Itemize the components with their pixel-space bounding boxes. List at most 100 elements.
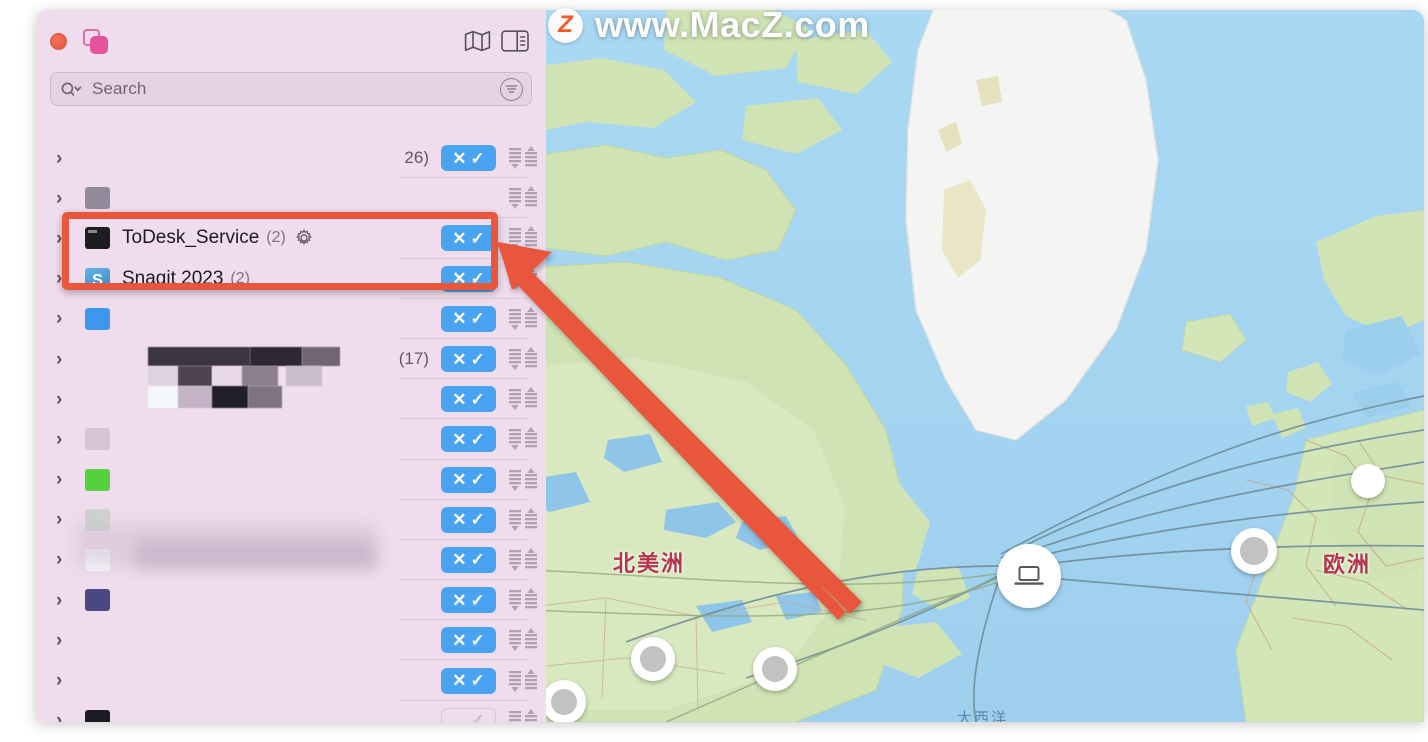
sort-order-icon[interactable]	[508, 306, 538, 331]
accept-reject-button-group[interactable]: ✕✓	[441, 546, 496, 573]
chevron-right-icon[interactable]: ›	[56, 550, 72, 569]
accept-reject-button-group[interactable]: ✕✓	[441, 627, 496, 654]
sort-order-icon[interactable]	[508, 266, 538, 291]
map-marker-node[interactable]	[1231, 528, 1277, 574]
accept-check-icon[interactable]: ✓	[471, 351, 485, 368]
accept-reject-button-group[interactable]: ✕✓	[441, 707, 496, 722]
sort-order-icon[interactable]	[508, 588, 538, 612]
accept-check-icon[interactable]: ✓	[471, 230, 485, 247]
reject-x-icon[interactable]: ✕	[452, 310, 466, 327]
map-marker-laptop[interactable]	[997, 544, 1061, 608]
list-item[interactable]: ›✕✓	[36, 701, 546, 722]
accept-check-icon[interactable]: ✓	[471, 431, 485, 448]
reject-x-icon[interactable]: ✕	[452, 150, 466, 167]
accept-reject-button-group[interactable]: ✕✓	[441, 466, 496, 493]
chevron-right-icon[interactable]: ›	[56, 591, 72, 610]
chevron-right-icon[interactable]: ›	[56, 671, 72, 690]
reject-x-icon[interactable]: ✕	[452, 511, 466, 528]
reject-x-icon[interactable]: ✕	[452, 270, 466, 287]
accept-check-icon[interactable]: ✓	[471, 592, 485, 609]
chevron-right-icon[interactable]: ›	[56, 309, 72, 328]
list-item[interactable]: ›✕✓	[36, 299, 546, 340]
map-marker-node[interactable]	[753, 647, 797, 691]
accept-check-icon[interactable]: ✓	[471, 310, 485, 327]
sort-order-icon[interactable]	[508, 226, 538, 250]
accept-reject-button-group[interactable]: ✕✓	[441, 587, 496, 614]
chevron-right-icon[interactable]: ›	[56, 149, 72, 168]
sort-order-icon[interactable]	[508, 186, 538, 210]
sort-order-icon[interactable]	[508, 668, 538, 693]
chevron-right-icon[interactable]: ›	[56, 430, 72, 449]
list-item[interactable]: ›✕✓	[36, 580, 546, 621]
accept-check-icon[interactable]: ✓	[471, 551, 485, 568]
accept-reject-button-group[interactable]: ✕✓	[441, 346, 496, 373]
list-item[interactable]: › S Snagit 2023 (2) ✕ ✓	[36, 259, 546, 299]
chevron-right-icon[interactable]: ›	[56, 470, 72, 489]
list-item[interactable]: › 26) ✕ ✓	[36, 138, 546, 179]
reject-x-icon[interactable]: ✕	[452, 431, 466, 448]
close-window-button[interactable]	[50, 32, 67, 50]
accept-reject-button-group[interactable]: ✕✓	[441, 506, 496, 533]
chevron-right-icon[interactable]: ›	[56, 229, 72, 248]
accept-reject-button-group[interactable]: ✕✓	[441, 305, 496, 332]
sort-order-icon[interactable]	[508, 347, 538, 371]
accept-reject-button-group[interactable]: ✕✓	[441, 265, 496, 292]
chevron-right-icon[interactable]: ›	[56, 269, 72, 288]
reject-x-icon[interactable]: ✕	[452, 230, 466, 247]
accept-reject-button-group[interactable]: ✕✓	[441, 426, 496, 453]
accept-check-icon[interactable]: ✓	[471, 511, 485, 528]
application-list[interactable]: › 26) ✕ ✓ › › ToDesk_Service (2) ✕ ✓ › S Snagit 2023…	[36, 138, 546, 722]
sort-order-icon[interactable]	[508, 427, 538, 451]
list-item[interactable]: ›✕✓	[36, 660, 546, 701]
reject-x-icon[interactable]: ✕	[452, 592, 466, 609]
list-item[interactable]: ›✕✓	[36, 500, 546, 541]
reject-x-icon[interactable]: ✕	[452, 351, 466, 368]
list-item[interactable]: ›	[36, 178, 546, 219]
sort-order-icon[interactable]	[508, 628, 538, 652]
list-item[interactable]: › ToDesk_Service (2) ✕ ✓	[36, 218, 546, 259]
reject-x-icon[interactable]: ✕	[452, 551, 466, 568]
search-input[interactable]: Search	[50, 72, 532, 106]
sort-order-icon[interactable]	[508, 507, 538, 532]
accept-reject-button-group[interactable]: ✕✓	[441, 667, 496, 694]
accept-check-icon[interactable]: ✓	[471, 150, 485, 167]
accept-reject-button-group[interactable]: ✕✓	[441, 386, 496, 413]
chevron-right-icon[interactable]: ›	[56, 390, 72, 409]
sort-order-icon[interactable]	[508, 547, 538, 572]
accept-reject-button-group[interactable]: ✕✓	[441, 225, 496, 252]
list-item[interactable]: ›✕✓	[36, 460, 546, 500]
map-marker-node[interactable]	[546, 680, 586, 722]
sort-order-icon[interactable]	[508, 387, 538, 411]
chevron-right-icon[interactable]: ›	[56, 631, 72, 650]
reject-x-icon[interactable]: ✕	[452, 391, 466, 408]
accept-check-icon[interactable]: ✓	[471, 471, 485, 488]
accept-check-icon[interactable]: ✓	[471, 632, 485, 649]
sort-order-icon[interactable]	[508, 467, 538, 492]
filter-icon[interactable]	[500, 77, 523, 101]
chevron-right-icon[interactable]: ›	[56, 350, 72, 369]
accept-check-icon[interactable]: ✓	[471, 391, 485, 408]
chevron-right-icon[interactable]: ›	[56, 711, 72, 722]
list-item[interactable]: ›✕✓	[36, 419, 546, 460]
map-marker-node-empty[interactable]	[1351, 464, 1385, 498]
sidebar-panel-icon[interactable]	[498, 24, 532, 58]
accept-check-icon[interactable]: ✓	[471, 672, 485, 689]
map-icon[interactable]	[460, 24, 494, 58]
chevron-right-icon[interactable]: ›	[56, 510, 72, 529]
list-item[interactable]: ›✕✓	[36, 620, 546, 661]
accept-check-icon[interactable]: ✓	[471, 270, 485, 287]
reject-x-icon[interactable]: ✕	[452, 711, 466, 722]
list-item[interactable]: ›✕✓	[36, 379, 546, 420]
chevron-right-icon[interactable]: ›	[56, 189, 72, 208]
list-item[interactable]: › (17) ✕ ✓	[36, 339, 546, 380]
reject-x-icon[interactable]: ✕	[452, 672, 466, 689]
reject-x-icon[interactable]: ✕	[452, 471, 466, 488]
sort-order-icon[interactable]	[508, 708, 538, 722]
map-view[interactable]: 北美洲 欧洲 大西洋	[546, 10, 1424, 722]
gear-icon[interactable]	[295, 229, 313, 247]
accept-reject-button-group[interactable]: ✕✓	[441, 145, 496, 172]
list-item[interactable]: ›✕✓	[36, 540, 546, 581]
reject-x-icon[interactable]: ✕	[452, 632, 466, 649]
sort-order-icon[interactable]	[508, 146, 538, 170]
accept-check-icon[interactable]: ✓	[471, 711, 485, 722]
